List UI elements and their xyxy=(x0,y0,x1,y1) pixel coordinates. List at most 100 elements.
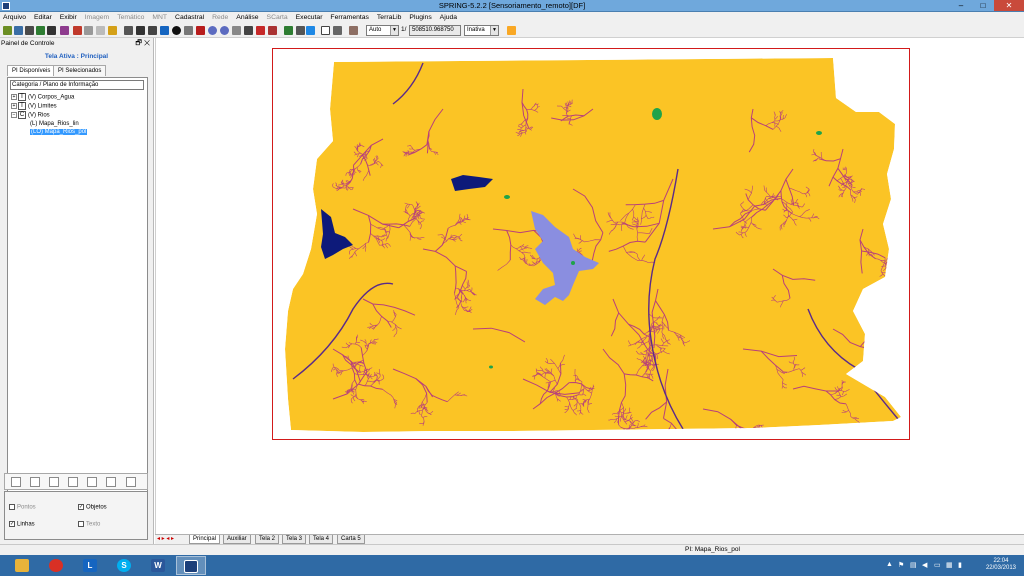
chart-icon[interactable] xyxy=(68,477,78,487)
menu-terralib[interactable]: TerraLib xyxy=(374,12,405,23)
objetos-checkbox[interactable]: ✓ Objetos xyxy=(78,504,107,512)
menu-ajuda[interactable]: Ajuda xyxy=(437,12,460,23)
tab-auxiliar[interactable]: Auxiliar xyxy=(223,535,251,544)
layer-icon[interactable] xyxy=(36,26,45,35)
menu-cadastral[interactable]: Cadastral xyxy=(172,12,207,23)
menu-tematico[interactable]: Temático xyxy=(114,12,147,23)
database-icon[interactable] xyxy=(3,26,12,35)
taskbar-word[interactable]: W xyxy=(144,556,174,575)
draw-icon[interactable] xyxy=(256,26,265,35)
zoom-mode-select[interactable]: Auto ▼ xyxy=(366,25,399,36)
maximize-button[interactable]: □ xyxy=(972,0,994,11)
checkbox-box xyxy=(9,504,15,510)
tree-item-mapa-rios-lin[interactable]: (L) Mapa_Rios_lin xyxy=(30,120,79,128)
project-icon[interactable] xyxy=(14,26,23,35)
taskbar-skype[interactable]: S xyxy=(110,556,140,575)
taskbar-chrome[interactable] xyxy=(42,556,72,575)
tab-tela-4[interactable]: Tela 4 xyxy=(309,535,334,544)
texto-checkbox[interactable]: Texto xyxy=(78,521,100,529)
tab-carta-5[interactable]: Carta 5 xyxy=(337,535,365,544)
menu-executar[interactable]: Executar xyxy=(293,12,326,23)
network-icon[interactable]: ▤ xyxy=(910,561,917,569)
flag-icon[interactable]: ⚑ xyxy=(898,561,904,569)
menu-mnt[interactable]: MNT xyxy=(149,12,170,23)
zoom-area-icon[interactable] xyxy=(232,26,241,35)
menu-ferramentas[interactable]: Ferramentas xyxy=(327,12,372,23)
drawing-icon[interactable] xyxy=(60,26,69,35)
screen-icon[interactable] xyxy=(333,26,342,35)
expand-icon[interactable]: + xyxy=(11,94,17,100)
link-icon[interactable] xyxy=(349,26,358,35)
pointer-icon[interactable] xyxy=(124,26,133,35)
list-icon[interactable] xyxy=(11,477,21,487)
clock[interactable]: 22:04 22/03/2013 xyxy=(986,558,1016,572)
zoom-in-icon[interactable] xyxy=(208,26,217,35)
panel-window-controls[interactable]: 🗗 ✕ xyxy=(135,39,150,50)
battery-icon[interactable]: ▭ xyxy=(934,561,941,569)
menu-rede[interactable]: Rede xyxy=(209,12,231,23)
volume-icon[interactable]: ◀ xyxy=(922,561,927,569)
menu-plugins[interactable]: Plugins xyxy=(406,12,434,23)
frame-icon[interactable] xyxy=(321,26,330,35)
tab-tela-3[interactable]: Tela 3 xyxy=(282,535,307,544)
info-icon[interactable] xyxy=(172,26,181,35)
dropdown-icon[interactable] xyxy=(296,26,305,35)
tab-pi-selecionados[interactable]: PI Selecionados xyxy=(53,65,107,76)
map-canvas[interactable] xyxy=(155,38,1024,534)
river-segment xyxy=(883,314,888,319)
taskbar-spring[interactable] xyxy=(176,556,206,575)
taskbar-file-explorer[interactable] xyxy=(8,556,38,575)
menu-scarta[interactable]: SCarta xyxy=(264,12,291,23)
expand-icon[interactable]: + xyxy=(11,103,17,109)
tree-item-limites[interactable]: + T (V) Limites xyxy=(11,102,57,111)
database-icon[interactable] xyxy=(126,477,136,487)
lock-icon[interactable] xyxy=(73,26,82,35)
tab-pi-disponiveis[interactable]: PI Disponíveis xyxy=(7,65,56,76)
scale-field[interactable]: 508510.968750 xyxy=(409,25,461,36)
undo-icon[interactable] xyxy=(268,26,277,35)
show-hidden-icons-icon[interactable]: ▲ xyxy=(886,561,893,568)
menu-analise[interactable]: Análise xyxy=(233,12,261,23)
search-icon[interactable] xyxy=(306,26,315,35)
state-select[interactable]: Inativa ▼ xyxy=(464,25,499,36)
system-tray: ▲ ⚑ ▤ ◀ ▭ ▦ ▮ 22:04 22/03/2013 xyxy=(884,555,1024,576)
menu-arquivo[interactable]: Arquivo xyxy=(0,12,29,23)
tab-tela-2[interactable]: Tela 2 xyxy=(255,535,280,544)
properties-icon[interactable] xyxy=(106,477,116,487)
linhas-checkbox[interactable]: ✓ Linhas xyxy=(9,521,35,529)
display-icon[interactable] xyxy=(284,26,293,35)
keyboard-icon[interactable]: ▦ xyxy=(946,561,953,569)
close-button[interactable]: ✕ xyxy=(994,0,1024,11)
pontos-checkbox[interactable]: Pontos xyxy=(9,504,36,512)
tree-item-rios[interactable]: − C (V) Rios xyxy=(11,111,50,120)
river-map[interactable] xyxy=(273,49,911,441)
menu-imagem[interactable]: Imagem xyxy=(82,12,113,23)
menu-exibir[interactable]: Exibir xyxy=(57,12,80,23)
measure-icon[interactable] xyxy=(184,26,193,35)
clock-date: 22/03/2013 xyxy=(985,565,1016,571)
tab-nav-arrows-icon[interactable]: ◂ ▸ ◂ ▸ xyxy=(157,535,174,542)
taskbar-lync[interactable]: L xyxy=(76,556,106,575)
print-icon[interactable] xyxy=(96,26,105,35)
collapse-icon[interactable]: − xyxy=(11,112,17,118)
chart-icon[interactable] xyxy=(108,26,117,35)
crosshair-icon[interactable] xyxy=(148,26,157,35)
tree-item-corpos-agua[interactable]: + T (V) Corpos_Agua xyxy=(11,93,74,102)
tab-principal[interactable]: Principal xyxy=(189,535,221,544)
pencil-icon[interactable] xyxy=(87,477,97,487)
model-icon[interactable] xyxy=(47,26,56,35)
help-icon[interactable] xyxy=(507,26,516,35)
back-icon[interactable] xyxy=(244,26,253,35)
edit-pencil-icon[interactable] xyxy=(196,26,205,35)
table-icon[interactable] xyxy=(30,477,40,487)
zoom-out-icon[interactable] xyxy=(220,26,229,35)
pan-icon[interactable] xyxy=(160,26,169,35)
category-icon[interactable] xyxy=(25,26,34,35)
select-arrow-icon[interactable] xyxy=(136,26,145,35)
tools-icon[interactable] xyxy=(84,26,93,35)
tree-item-mapa-rios-pol[interactable]: (LO) Mapa_Rios_pol xyxy=(30,128,88,136)
action-center-icon[interactable]: ▮ xyxy=(958,561,962,569)
style-icon[interactable] xyxy=(49,477,59,487)
menu-editar[interactable]: Editar xyxy=(31,12,55,23)
minimize-button[interactable]: – xyxy=(950,0,972,11)
